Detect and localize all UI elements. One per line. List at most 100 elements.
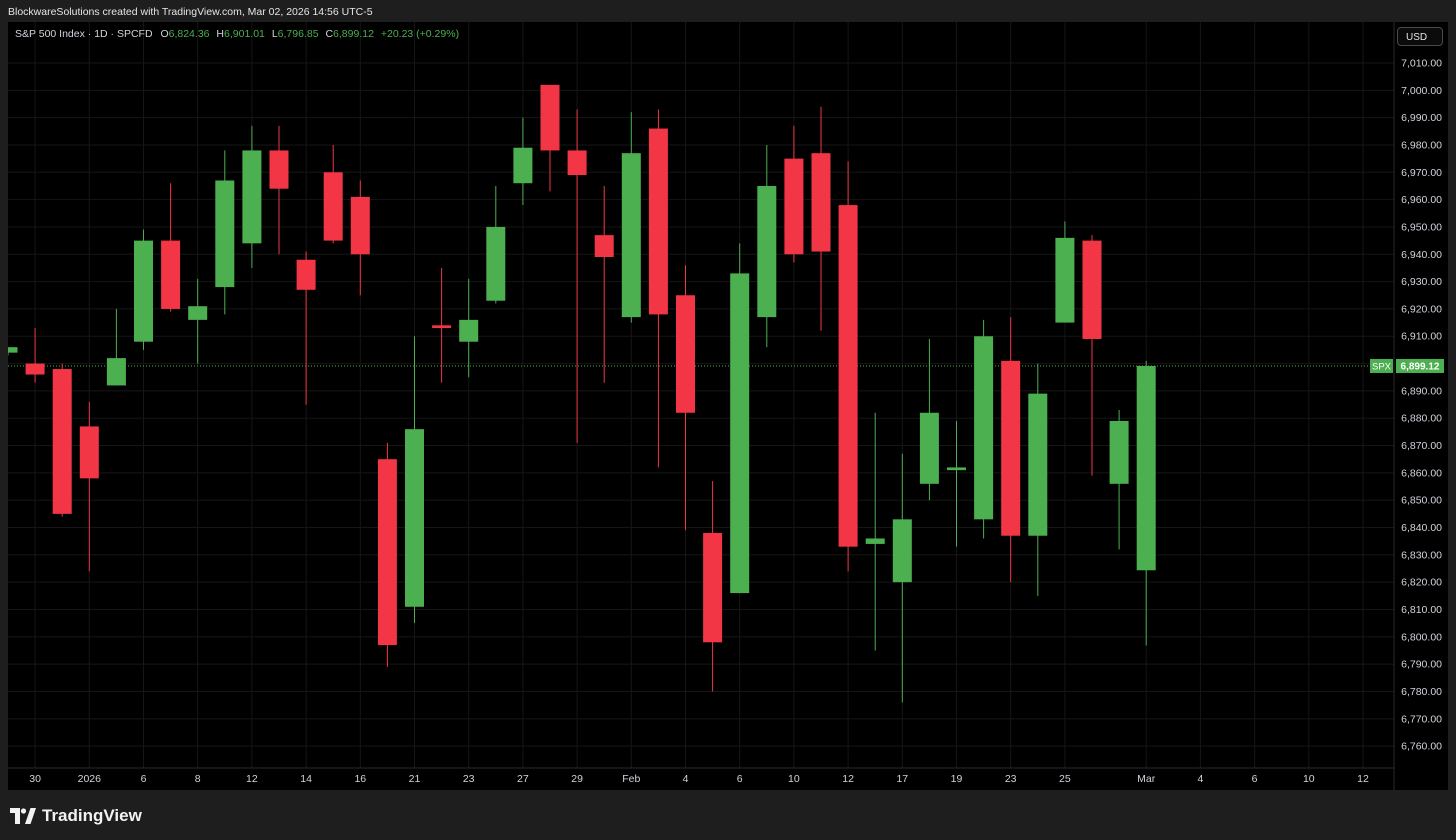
candle-body — [594, 235, 614, 258]
candle — [703, 481, 723, 692]
tradingview-logo-icon — [10, 808, 36, 824]
legend-open-label: O — [160, 28, 168, 40]
candle — [540, 84, 560, 192]
time-tick-label: 30 — [29, 773, 41, 785]
candle — [79, 401, 99, 572]
time-tick-label: Mar — [1137, 773, 1156, 785]
time-tick-label: 2026 — [78, 773, 102, 785]
candle-body — [486, 226, 506, 301]
price-tick-label: 7,000.00 — [1401, 85, 1442, 97]
legend-low-value: 6,796.85 — [278, 28, 319, 40]
candle — [106, 308, 126, 386]
legend-change: +20.23 (+0.29%) — [381, 28, 459, 40]
legend-close-value: 6,899.12 — [333, 28, 374, 40]
price-tick-label: 6,850.00 — [1401, 495, 1442, 507]
candle — [1136, 360, 1156, 646]
candle — [811, 106, 831, 331]
candle — [1082, 235, 1102, 476]
price-tag-symbol: SPX — [1372, 361, 1392, 372]
time-axis[interactable]: 30 2026 6 8 12 14 16 21 23 27 29 Feb 4 6 10 12 17 19 23 25 M… — [8, 767, 1394, 785]
candle — [1055, 221, 1075, 323]
time-tick-label: Feb — [622, 773, 640, 785]
price-tick-label: 6,810.00 — [1401, 604, 1442, 616]
price-tick-label: 6,980.00 — [1401, 139, 1442, 151]
candle-body — [296, 259, 316, 290]
candle-body — [188, 306, 208, 320]
candle-body — [323, 172, 343, 241]
price-tick-label: 6,780.00 — [1401, 686, 1442, 698]
candle-body — [25, 363, 45, 375]
candle — [621, 112, 641, 323]
candle-body — [947, 467, 966, 471]
price-tick-label: 6,970.00 — [1401, 167, 1442, 179]
candle — [567, 109, 587, 443]
candle-body — [52, 369, 72, 514]
candle-body — [513, 147, 533, 184]
candle — [459, 278, 479, 378]
candle-body — [865, 538, 885, 544]
candle — [188, 278, 208, 364]
candle — [296, 251, 316, 405]
time-tick-label: 4 — [683, 773, 689, 785]
candle-body — [730, 273, 750, 594]
time-tick-label: 25 — [1059, 773, 1071, 785]
time-tick-label: 19 — [951, 773, 963, 785]
credit-bar: BlockwareSolutions created with TradingV… — [0, 0, 1456, 22]
price-axis[interactable]: 6,760.00 6,770.00 6,780.00 6,790.00 6,800.00… — [1393, 22, 1442, 790]
time-tick-label: 16 — [354, 773, 366, 785]
legend[interactable]: S&P 500 Index · 1D · SPCFD O6,824.36 H6,… — [15, 28, 459, 40]
candle — [405, 336, 424, 624]
price-tick-label: 6,940.00 — [1401, 249, 1442, 261]
price-tick-label: 6,770.00 — [1401, 713, 1442, 725]
candle — [865, 412, 885, 651]
candle-body — [269, 150, 289, 189]
candle-body — [838, 205, 858, 547]
candle-body — [106, 358, 126, 386]
candle — [52, 363, 72, 517]
candle — [161, 183, 181, 312]
price-tick-label: 6,930.00 — [1401, 276, 1442, 288]
time-tick-label: 8 — [195, 773, 201, 785]
candle — [1001, 317, 1021, 583]
time-tick-label: 12 — [842, 773, 854, 785]
price-tick-label: 6,800.00 — [1401, 631, 1442, 643]
time-tick-label: 17 — [896, 773, 908, 785]
candle-body — [648, 128, 668, 315]
candle-body — [405, 429, 424, 607]
candle — [974, 319, 994, 539]
candle-body — [215, 180, 235, 288]
candle-body — [377, 459, 397, 646]
candle-body — [1055, 237, 1075, 323]
candle-body — [1028, 393, 1048, 536]
price-tag-value: 6,899.12 — [1401, 361, 1440, 372]
tradingview-logo[interactable]: TradingView — [10, 806, 142, 826]
candle-body — [1001, 360, 1021, 536]
candle — [377, 442, 397, 667]
candle — [892, 453, 912, 703]
candle-body — [1109, 420, 1129, 484]
candle-body — [621, 153, 641, 318]
price-tick-label: 6,870.00 — [1401, 440, 1442, 452]
tradingview-wordmark: TradingView — [42, 806, 142, 825]
chart-frame[interactable]: 6,760.00 6,770.00 6,780.00 6,790.00 6,800.00… — [0, 22, 1448, 790]
time-tick-label: 10 — [788, 773, 800, 785]
candle — [676, 265, 695, 531]
candle-body — [784, 158, 804, 255]
time-tick-label: 12 — [246, 773, 258, 785]
candle — [838, 161, 858, 572]
time-tick-label: 29 — [571, 773, 583, 785]
price-tick-label: 6,830.00 — [1401, 549, 1442, 561]
time-tick-label: 21 — [409, 773, 421, 785]
candle-body — [974, 336, 994, 520]
currency-button[interactable]: USD — [1397, 27, 1443, 46]
candlestick-chart[interactable]: 6,760.00 6,770.00 6,780.00 6,790.00 6,800.00… — [0, 22, 1448, 790]
candle — [134, 229, 153, 350]
price-tick-label: 6,960.00 — [1401, 194, 1442, 206]
price-tick-label: 7,010.00 — [1401, 57, 1442, 69]
price-tick-label: 6,840.00 — [1401, 522, 1442, 534]
time-tick-label: 6 — [737, 773, 743, 785]
footer — [0, 792, 1456, 840]
credit-text: BlockwareSolutions created with TradingV… — [8, 6, 373, 18]
candle — [648, 109, 668, 468]
candle — [215, 150, 235, 315]
